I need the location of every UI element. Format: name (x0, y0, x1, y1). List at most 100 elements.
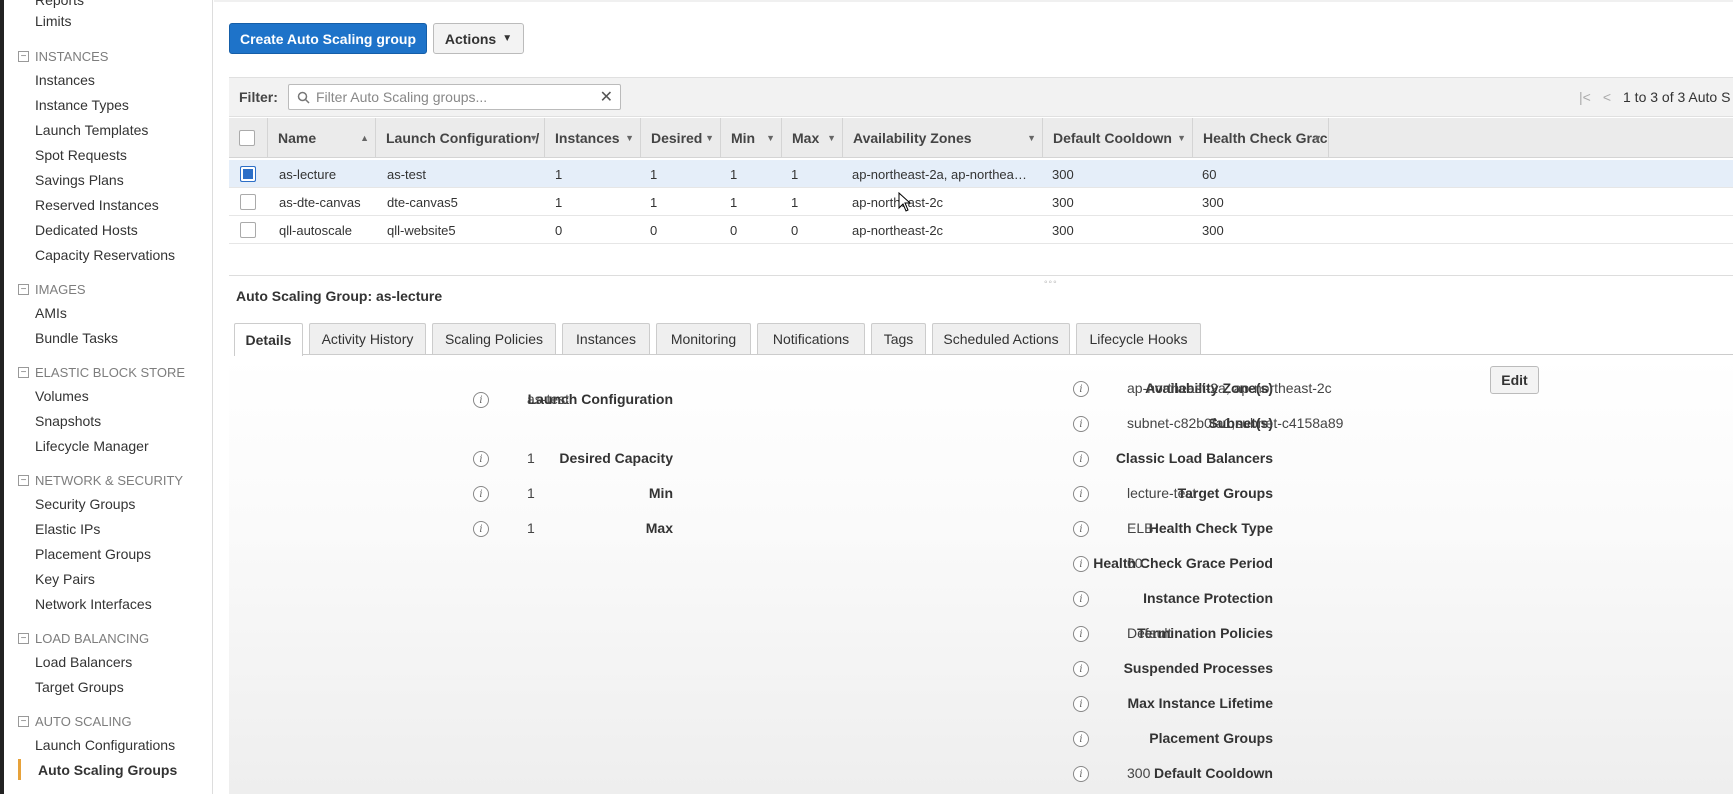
column-header-launch-configuration[interactable]: Launch Configuration / ▼ (375, 118, 544, 158)
section-images[interactable]: − IMAGES (18, 282, 86, 297)
section-auto-scaling[interactable]: − AUTO SCALING (18, 714, 132, 729)
sidebar-item-savings-plans[interactable]: Savings Plans (35, 172, 124, 188)
sidebar-edge (0, 0, 4, 794)
table-row[interactable]: as-dte-canvas dte-canvas5 1 1 1 1 ap-nor… (229, 188, 1733, 216)
create-auto-scaling-group-button[interactable]: Create Auto Scaling group (229, 23, 427, 54)
info-icon[interactable]: i (1073, 521, 1089, 537)
filter-label: Filter: (239, 89, 278, 105)
info-icon[interactable]: i (1073, 626, 1089, 642)
tab-scaling-policies[interactable]: Scaling Policies (432, 323, 556, 354)
column-header-instances[interactable]: Instances ▼ (544, 118, 640, 158)
sidebar-item-launch-configurations[interactable]: Launch Configurations (35, 737, 175, 753)
info-icon[interactable]: i (473, 392, 489, 408)
tab-monitoring[interactable]: Monitoring (656, 323, 751, 354)
tab-details[interactable]: Details (234, 323, 303, 356)
info-icon[interactable]: i (1073, 661, 1089, 677)
table-row[interactable]: qll-autoscale qll-website5 0 0 0 0 ap-no… (229, 216, 1733, 244)
sidebar-item-target-groups[interactable]: Target Groups (35, 679, 124, 695)
split-divider[interactable] (229, 275, 1733, 276)
column-header-min[interactable]: Min ▼ (720, 118, 781, 158)
info-icon[interactable]: i (1073, 486, 1089, 502)
tab-tags[interactable]: Tags (871, 323, 926, 354)
column-header-desired[interactable]: Desired ▼ (640, 118, 720, 158)
section-ebs[interactable]: − ELASTIC BLOCK STORE (18, 365, 185, 380)
info-icon[interactable]: i (1073, 696, 1089, 712)
sidebar-item-load-balancers[interactable]: Load Balancers (35, 654, 132, 670)
field-value-max: 1 (527, 520, 535, 536)
column-header-health-check-grace[interactable]: Health Check Grac ▼ (1192, 118, 1329, 158)
sidebar-item-volumes[interactable]: Volumes (35, 388, 89, 404)
section-load-balancing[interactable]: − LOAD BALANCING (18, 631, 149, 646)
collapse-icon[interactable]: − (18, 51, 29, 62)
section-network-security[interactable]: − NETWORK & SECURITY (18, 473, 183, 488)
info-icon[interactable]: i (473, 451, 489, 467)
collapse-icon[interactable]: − (18, 633, 29, 644)
sidebar-item-lifecycle-manager[interactable]: Lifecycle Manager (35, 438, 149, 454)
info-icon[interactable]: i (1073, 416, 1089, 432)
section-title: AUTO SCALING (35, 714, 132, 729)
prev-page-icon[interactable]: < (1603, 89, 1611, 105)
actions-button[interactable]: Actions ▼ (433, 23, 524, 54)
row-checkbox[interactable] (240, 166, 256, 182)
sidebar-item-network-interfaces[interactable]: Network Interfaces (35, 596, 152, 612)
sidebar-item-amis[interactable]: AMIs (35, 305, 67, 321)
sidebar-item-reserved-instances[interactable]: Reserved Instances (35, 197, 159, 213)
column-header-default-cooldown[interactable]: Default Cooldown ▼ (1042, 118, 1192, 158)
cell-instances: 1 (555, 166, 563, 182)
select-all-checkbox[interactable] (239, 130, 255, 146)
info-icon[interactable]: i (1073, 766, 1089, 782)
sidebar-item-auto-scaling-groups[interactable]: Auto Scaling Groups (38, 762, 177, 778)
sidebar-item-snapshots[interactable]: Snapshots (35, 413, 101, 429)
column-header-availability-zones[interactable]: Availability Zones ▼ (842, 118, 1042, 158)
tab-instances[interactable]: Instances (562, 323, 650, 354)
info-icon[interactable]: i (1073, 731, 1089, 747)
sidebar-item-security-groups[interactable]: Security Groups (35, 496, 135, 512)
tab-scheduled-actions[interactable]: Scheduled Actions (932, 323, 1070, 354)
table-row[interactable]: as-lecture as-test 1 1 1 1 ap-northeast-… (229, 160, 1733, 188)
resize-handle-icon[interactable]: ◦◦◦ (1044, 277, 1058, 288)
tab-notifications[interactable]: Notifications (757, 323, 865, 354)
collapse-icon[interactable]: − (18, 367, 29, 378)
sidebar-item-launch-templates[interactable]: Launch Templates (35, 122, 148, 138)
sidebar-item-key-pairs[interactable]: Key Pairs (35, 571, 95, 587)
field-label-default-cooldown: Default Cooldown (1154, 765, 1273, 781)
sidebar-item-reports[interactable]: Reports (35, 0, 84, 8)
field-label-placement-groups: Placement Groups (1149, 730, 1273, 746)
collapse-icon[interactable]: − (18, 475, 29, 486)
edit-button[interactable]: Edit (1490, 366, 1539, 394)
collapse-icon[interactable]: − (18, 284, 29, 295)
info-icon[interactable]: i (1073, 591, 1089, 607)
cell-max: 1 (791, 194, 799, 210)
row-checkbox-cell (240, 160, 256, 188)
row-checkbox[interactable] (240, 194, 256, 210)
sidebar-item-placement-groups[interactable]: Placement Groups (35, 546, 151, 562)
sidebar-item-instance-types[interactable]: Instance Types (35, 97, 129, 113)
sidebar-item-bundle-tasks[interactable]: Bundle Tasks (35, 330, 118, 346)
first-page-icon[interactable]: |< (1579, 89, 1591, 105)
tab-activity-history[interactable]: Activity History (309, 323, 426, 354)
info-icon[interactable]: i (473, 521, 489, 537)
filter-input[interactable]: Filter Auto Scaling groups... ✕ (288, 84, 621, 110)
clear-icon[interactable]: ✕ (600, 87, 613, 107)
sidebar-item-dedicated-hosts[interactable]: Dedicated Hosts (35, 222, 138, 238)
column-header-max[interactable]: Max ▼ (781, 118, 842, 158)
row-checkbox[interactable] (240, 222, 256, 238)
tab-lifecycle-hooks[interactable]: Lifecycle Hooks (1076, 323, 1201, 354)
sidebar-item-elastic-ips[interactable]: Elastic IPs (35, 521, 100, 537)
search-icon (297, 91, 310, 104)
sidebar-item-limits[interactable]: Limits (35, 13, 72, 29)
info-icon[interactable]: i (1073, 556, 1089, 572)
sidebar-item-instances[interactable]: Instances (35, 72, 95, 88)
sidebar-item-spot-requests[interactable]: Spot Requests (35, 147, 127, 163)
cell-launch-config: as-test (387, 166, 427, 182)
info-icon[interactable]: i (1073, 381, 1089, 397)
column-label: Launch Configuration / (386, 130, 540, 146)
collapse-icon[interactable]: − (18, 716, 29, 727)
section-title: INSTANCES (35, 49, 109, 64)
info-icon[interactable]: i (473, 486, 489, 502)
sidebar-item-capacity-reservations[interactable]: Capacity Reservations (35, 247, 175, 263)
column-header-name[interactable]: Name ▲ (267, 118, 375, 158)
info-icon[interactable]: i (1073, 451, 1089, 467)
field-value-health-check-type: ELB (1127, 520, 1154, 536)
section-instances[interactable]: − INSTANCES (18, 49, 108, 64)
